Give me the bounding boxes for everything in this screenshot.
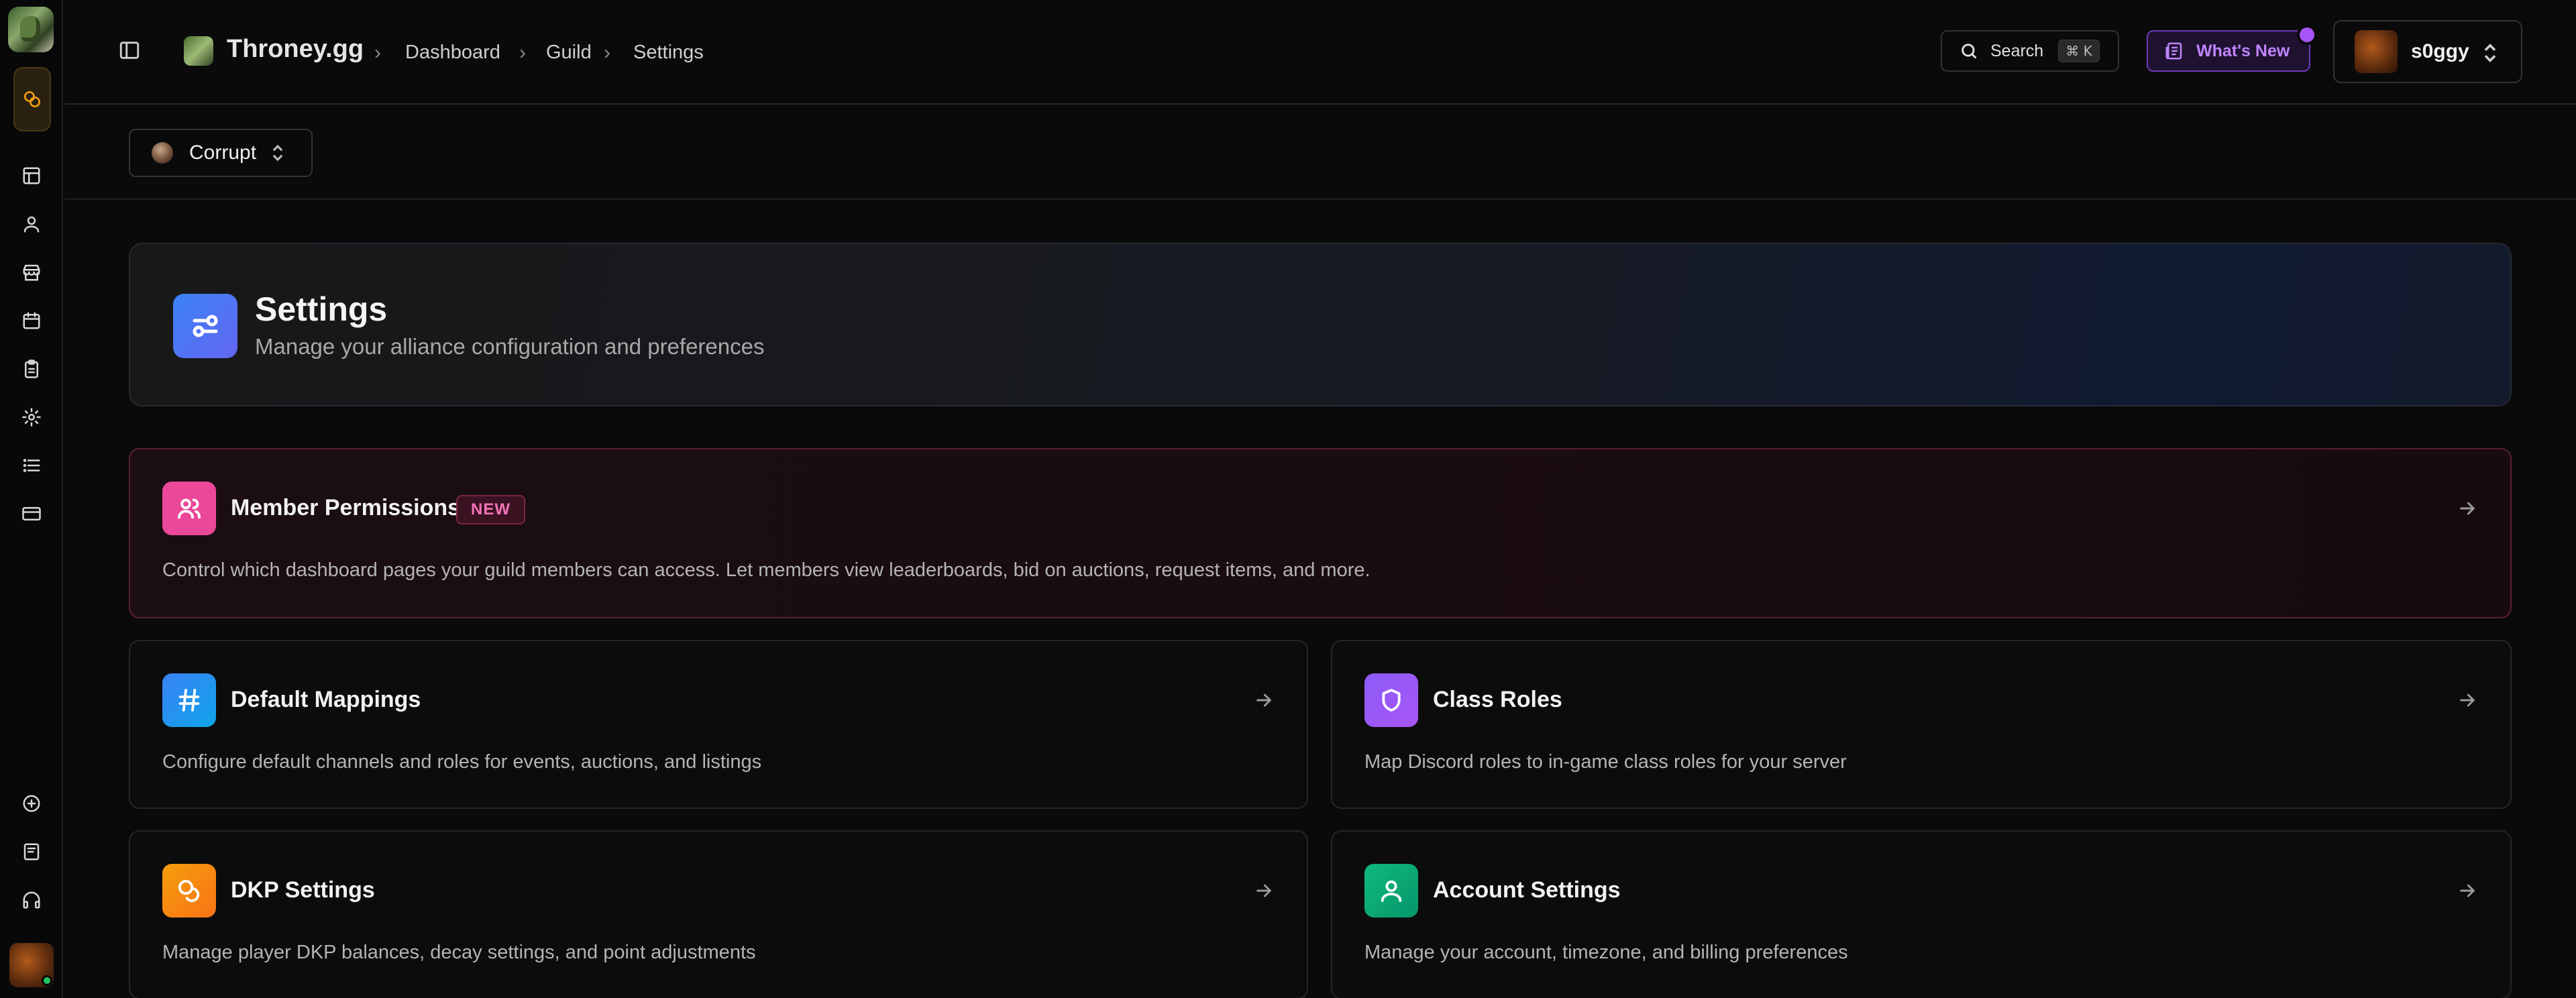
server-avatar[interactable] (8, 7, 54, 52)
arrow-right-icon (2457, 880, 2478, 901)
chevrons-up-down-icon (271, 143, 284, 163)
sliders-icon (173, 294, 237, 358)
user-icon (23, 216, 40, 233)
chevron-right-icon: › (604, 42, 610, 64)
users-icon (162, 482, 216, 535)
calendar-icon (23, 312, 40, 329)
breadcrumb-dashboard[interactable]: Dashboard (405, 42, 500, 64)
arrow-right-icon (1253, 689, 1275, 711)
card-description: Map Discord roles to in-game class roles… (1364, 751, 1847, 773)
search-icon (1962, 44, 1977, 59)
sidebar-toggle-button[interactable] (118, 39, 141, 62)
online-status-indicator (42, 975, 52, 986)
chevron-right-icon: › (519, 42, 526, 64)
brand-logo (184, 36, 213, 66)
arrow-right-icon (2457, 689, 2478, 711)
class-roles-card[interactable]: Class Roles Map Discord roles to in-game… (1331, 640, 2512, 809)
top-bar: Throney.gg › Dashboard › Guild › Setting… (64, 0, 2576, 105)
chevrons-up-down-icon (2482, 42, 2498, 64)
nav-add[interactable] (18, 790, 45, 817)
dashboard-icon (23, 167, 40, 184)
new-badge: NEW (456, 495, 525, 524)
list-icon (23, 459, 40, 472)
book-icon (23, 843, 40, 861)
card-description: Control which dashboard pages your guild… (162, 559, 1371, 581)
page-subtitle: Manage your alliance configuration and p… (255, 334, 765, 359)
headphones-icon (23, 891, 40, 909)
nav-billing[interactable] (18, 500, 45, 527)
search-shortcut: ⌘ K (2058, 40, 2100, 62)
coins-icon (24, 91, 40, 107)
shield-icon (1364, 673, 1418, 727)
card-title: Member Permissions (231, 495, 461, 520)
nav-docs[interactable] (18, 838, 45, 865)
sidebar-toggle-icon (119, 42, 140, 59)
nav-support[interactable] (18, 887, 45, 913)
card-title: Class Roles (1433, 687, 1562, 712)
nav-events[interactable] (18, 307, 45, 334)
account-settings-card[interactable]: Account Settings Manage your account, ti… (1331, 830, 2512, 998)
username: s0ggy (2411, 40, 2469, 62)
settings-header: Settings Manage your alliance configurat… (129, 243, 2512, 406)
breadcrumb-settings: Settings (633, 42, 704, 63)
whats-new-button[interactable]: What's New (2147, 25, 2317, 72)
chevron-right-icon: › (374, 42, 381, 64)
user-menu-button[interactable]: s0ggy (2333, 20, 2522, 83)
guild-selector-bar: Corrupt (64, 106, 2576, 200)
nav-lists[interactable] (18, 452, 45, 479)
card-description: Manage player DKP balances, decay settin… (162, 942, 756, 963)
page-title: Settings (255, 290, 388, 328)
arrow-right-icon (2457, 498, 2478, 519)
credit-card-icon (22, 507, 41, 520)
card-title: DKP Settings (231, 877, 375, 903)
store-icon (23, 264, 40, 281)
member-permissions-card[interactable]: Member Permissions NEW Control which das… (129, 448, 2512, 618)
dkp-settings-card[interactable]: DKP Settings Manage player DKP balances,… (129, 830, 1308, 998)
coins-icon (162, 864, 216, 918)
card-description: Manage your account, timezone, and billi… (1364, 942, 1848, 963)
guild-selector[interactable]: Corrupt (129, 129, 313, 177)
guild-avatar (152, 142, 173, 164)
search-label: Search (1990, 41, 2044, 60)
user-avatar (2355, 30, 2398, 73)
left-rail (0, 0, 63, 998)
arrow-right-icon (1253, 880, 1275, 901)
nav-dashboard[interactable] (18, 162, 45, 189)
nav-auction-house[interactable] (18, 259, 45, 286)
card-title: Default Mappings (231, 687, 421, 712)
default-mappings-card[interactable]: Default Mappings Configure default chann… (129, 640, 1308, 809)
clipboard-icon (25, 359, 38, 378)
breadcrumb-guild[interactable]: Guild (546, 42, 592, 64)
dkp-guild-button[interactable] (13, 67, 51, 131)
brand-name[interactable]: Throney.gg (227, 35, 364, 64)
guild-name: Corrupt (189, 142, 257, 164)
notification-dot (2297, 25, 2317, 45)
user-icon (1364, 864, 1418, 918)
gear-icon (22, 408, 41, 427)
hash-icon (162, 673, 216, 727)
nav-settings[interactable] (18, 404, 45, 431)
newspaper-icon (2165, 42, 2182, 60)
whats-new-label: What's New (2196, 41, 2290, 60)
plus-circle-icon (23, 795, 40, 812)
card-description: Configure default channels and roles for… (162, 751, 762, 773)
card-title: Account Settings (1433, 877, 1621, 903)
search-button[interactable]: Search ⌘ K (1941, 30, 2119, 72)
nav-members[interactable] (18, 211, 45, 237)
nav-requests[interactable] (18, 355, 45, 382)
